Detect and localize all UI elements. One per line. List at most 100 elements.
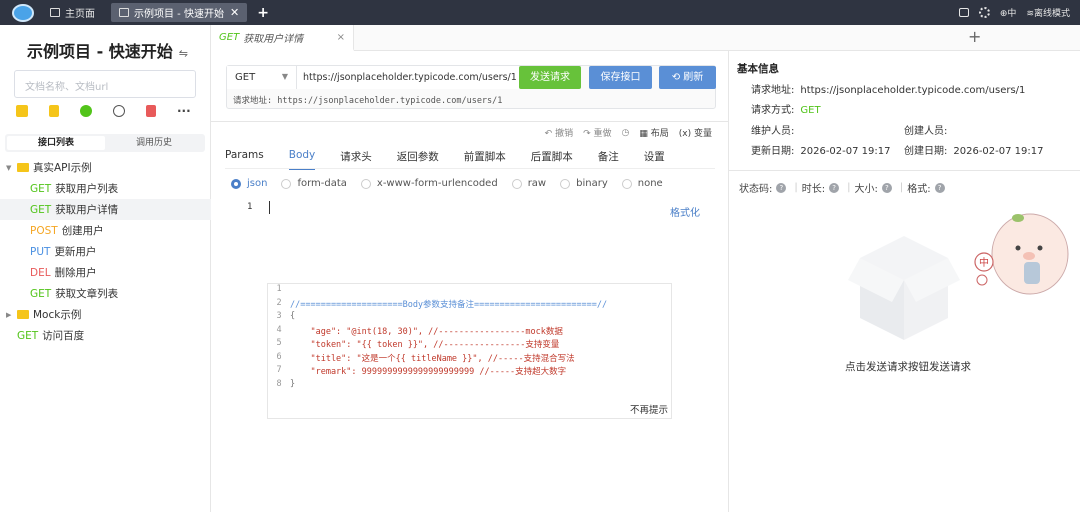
- save-button[interactable]: 保存接口: [589, 66, 652, 89]
- info-maintainer: 维护人员:: [751, 122, 794, 137]
- refresh-button[interactable]: ⟲ 刷新: [659, 66, 716, 89]
- switch-project-icon[interactable]: ⇋: [179, 47, 188, 60]
- method-badge: POST: [30, 224, 58, 237]
- url-input[interactable]: https://jsonplaceholder.typicode.com/use…: [297, 66, 519, 89]
- trash-icon[interactable]: [146, 105, 156, 117]
- body-type-group: json form-data x-www-form-urlencoded raw…: [231, 178, 677, 189]
- radio-binary[interactable]: binary: [560, 178, 608, 189]
- format-label: 格式:: [907, 184, 931, 195]
- add-tab-button[interactable]: +: [968, 27, 981, 46]
- info-created: 创建日期: 2026-02-07 19:17: [904, 142, 1044, 157]
- tab-call-history[interactable]: 调用历史: [105, 136, 203, 150]
- empty-state-text: 点击发送请求按钮发送请求: [845, 361, 971, 373]
- new-folder-icon[interactable]: [16, 105, 28, 117]
- info-label: 更新日期:: [751, 146, 795, 157]
- hint-line: 4 "age": "@int(18, 30)", //-------------…: [276, 324, 563, 337]
- close-icon[interactable]: ✕: [230, 6, 239, 19]
- tree-item[interactable]: GET 获取用户详情: [0, 199, 211, 220]
- radio-json[interactable]: json: [231, 178, 267, 189]
- hint-code: "remark": 9999999999999999999999 //-----…: [290, 367, 567, 377]
- help-icon[interactable]: ?: [829, 182, 840, 193]
- format-button[interactable]: 格式化: [670, 204, 700, 219]
- editor-tab[interactable]: GET 获取用户详情 ×: [211, 25, 354, 51]
- offline-mode[interactable]: ≋离线模式: [1026, 6, 1070, 19]
- folder-icon: [119, 8, 129, 17]
- tab-home[interactable]: 主页面: [42, 3, 103, 22]
- info-title: 基本信息: [737, 63, 779, 75]
- help-icon[interactable]: ?: [776, 182, 787, 193]
- info-value: GET: [800, 105, 821, 116]
- project-title-text: 示例项目 - 快速开始: [27, 42, 173, 61]
- dismiss-hint-button[interactable]: 不再提示: [630, 402, 668, 416]
- url-bar: GET ▼ https://jsonplaceholder.typicode.c…: [226, 65, 716, 109]
- tab-interface-list[interactable]: 接口列表: [7, 136, 105, 150]
- body-hint-panel: 1 2//====================Body参数支持备注=====…: [267, 283, 672, 419]
- radio-label: json: [247, 178, 268, 189]
- tree-item[interactable]: GET 获取用户列表: [0, 178, 211, 199]
- line-number: 1: [247, 202, 253, 212]
- refresh-label: 刷新: [683, 72, 704, 83]
- tree-item[interactable]: POST 创建用户: [0, 220, 211, 241]
- tab-pre-script[interactable]: 前置脚本: [464, 149, 506, 170]
- radio-dot: [281, 178, 292, 189]
- tree-item-label: 获取用户列表: [55, 183, 119, 195]
- layout-button[interactable]: ▦ 布局: [639, 126, 668, 139]
- radio-urlencoded[interactable]: x-www-form-urlencoded: [360, 178, 498, 189]
- time-label: 时长:: [801, 184, 826, 195]
- tree-folder-label: 真实API示例: [33, 162, 92, 174]
- search-input[interactable]: 文档名称、文档url: [14, 70, 196, 98]
- undo-button[interactable]: ↶ 撤销: [545, 126, 573, 139]
- refresh-icon[interactable]: [80, 105, 92, 117]
- tab-response-params[interactable]: 返回参数: [397, 149, 439, 170]
- divider: |: [847, 182, 851, 193]
- tab-headers[interactable]: 请求头: [340, 149, 372, 170]
- radio-none[interactable]: none: [621, 178, 663, 189]
- tree-item[interactable]: GET 获取文章列表: [0, 283, 211, 304]
- new-doc-icon[interactable]: [49, 105, 59, 117]
- radio-raw[interactable]: raw: [511, 178, 546, 189]
- status-label: 状态码:: [739, 184, 773, 195]
- divider: [729, 170, 1080, 171]
- history-icon[interactable]: ◷: [622, 128, 630, 138]
- gear-icon[interactable]: [978, 7, 990, 18]
- tab-project[interactable]: 示例项目 - 快速开始 ✕: [111, 3, 248, 22]
- tree-item[interactable]: PUT 更新用户: [0, 241, 211, 262]
- hint-code: "token": "{{ token }}", //--------------…: [290, 340, 560, 350]
- more-icon[interactable]: ···: [177, 104, 191, 118]
- new-tab-button[interactable]: +: [257, 5, 269, 21]
- tree-item[interactable]: DEL 删除用户: [0, 262, 211, 283]
- tab-settings[interactable]: 设置: [644, 149, 665, 170]
- method-badge: GET: [30, 203, 52, 216]
- variables-button[interactable]: (x) 变量: [679, 126, 712, 139]
- tab-notes[interactable]: 备注: [598, 149, 619, 170]
- language-switch[interactable]: ⊕中: [1000, 6, 1017, 19]
- response-status-bar: 状态码:? | 时长:? | 大小:? | 格式:?: [739, 180, 949, 195]
- close-icon[interactable]: ×: [337, 32, 345, 43]
- tree-folder-mock[interactable]: ▶ Mock示例: [0, 304, 211, 325]
- tree-item-label: 更新用户: [54, 246, 97, 258]
- robot-icon[interactable]: [958, 8, 969, 17]
- sidebar-segment: 接口列表 调用历史: [5, 134, 205, 152]
- hint-line: 2//====================Body参数支持备注=======…: [276, 297, 608, 310]
- tab-post-script[interactable]: 后置脚本: [531, 149, 573, 170]
- method-select[interactable]: GET ▼: [227, 66, 297, 89]
- radio-label: binary: [576, 178, 608, 189]
- mascot-illustration: 中: [974, 213, 1069, 295]
- radio-label: x-www-form-urlencoded: [376, 178, 498, 189]
- tree-item[interactable]: GET 访问百度: [0, 325, 211, 346]
- help-icon[interactable]: ?: [881, 182, 892, 193]
- tab-params[interactable]: Params: [225, 149, 264, 170]
- method-badge: GET: [17, 329, 39, 342]
- editor-toolbar: ↶ 撤销 ↷ 重做 ◷ ▦ 布局 (x) 变量: [545, 126, 712, 140]
- tab-body[interactable]: Body: [288, 149, 316, 170]
- send-button[interactable]: 发送请求: [519, 66, 581, 89]
- help-icon[interactable]: ?: [934, 182, 945, 193]
- redo-button[interactable]: ↷ 重做: [583, 126, 611, 139]
- method-value: GET: [235, 72, 256, 83]
- divider: [211, 121, 728, 122]
- tree-folder-real-api[interactable]: ▼ 真实API示例: [0, 157, 211, 178]
- method-badge: GET: [30, 182, 52, 195]
- cookie-icon[interactable]: [113, 105, 125, 117]
- chevron-down-icon: ▼: [6, 163, 12, 172]
- radio-form-data[interactable]: form-data: [281, 178, 347, 189]
